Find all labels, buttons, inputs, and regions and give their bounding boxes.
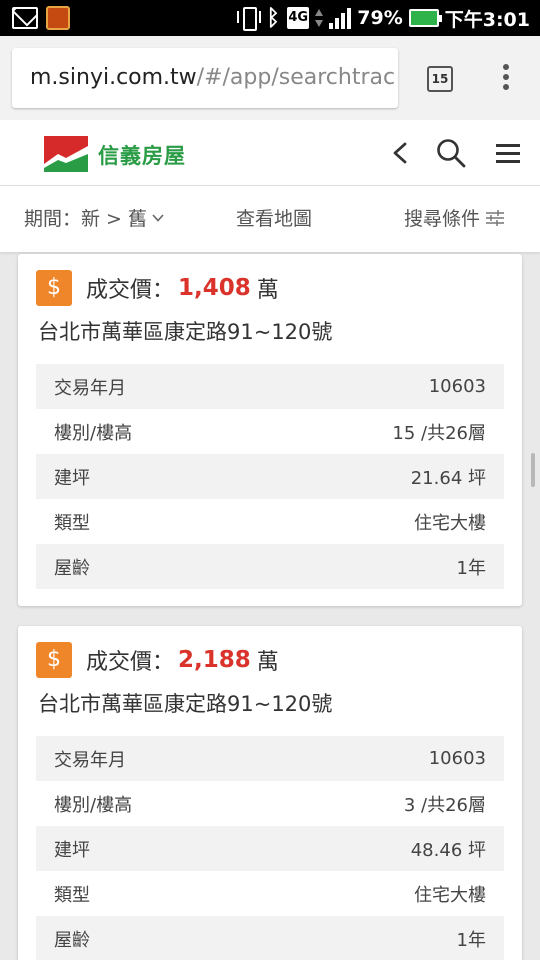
search-conditions-button[interactable]: 搜尋條件 [404,204,505,231]
mail-icon [12,7,38,29]
status-bar: ᛒ 4G 79% 下午3:01 [0,0,540,36]
sort-period-label: 期間：新 > 舊 [24,208,147,230]
detail-value: 21.64 坪 [410,467,486,489]
detail-row-floor: 樓別/樓高 15 /共26層 [36,409,504,454]
view-map-button[interactable]: 查看地圖 [236,204,312,231]
detail-row-date: 交易年月 10603 [36,736,504,781]
detail-row-age: 屋齡 1年 [36,544,504,589]
url-field[interactable]: m.sinyi.com.tw/#/app/searchtrac [12,48,398,108]
detail-value: 10603 [428,748,486,769]
detail-value: 1年 [456,929,486,951]
detail-row-type: 類型 住宅大樓 [36,871,504,916]
detail-row-area: 建坪 21.64 坪 [36,454,504,499]
bluetooth-icon: ᛒ [266,5,280,31]
price-label: 成交價： [86,650,175,675]
transaction-card[interactable]: $ 成交價： 1,408 萬 台北市萬華區康定路91~120號 交易年月 1060… [18,254,522,606]
battery-percent: 79% [357,7,403,29]
detail-value: 48.46 坪 [410,839,486,861]
price-value: 2,188 [178,647,251,673]
vibrate-icon [237,6,262,31]
notification-icons [12,6,70,30]
browser-toolbar: m.sinyi.com.tw/#/app/searchtrac 15 [0,36,540,120]
sinyi-logo-icon[interactable] [44,136,88,172]
price-unit: 萬 [256,650,279,675]
detail-label: 樓別/樓高 [54,794,133,816]
price-value: 1,408 [178,275,251,301]
detail-label: 建坪 [54,839,90,861]
detail-label: 類型 [54,512,90,534]
dollar-icon: $ [36,642,72,678]
detail-label: 交易年月 [54,749,126,771]
detail-label: 交易年月 [54,377,126,399]
clock: 下午3:01 [444,8,530,31]
filter-sliders-icon [486,209,505,226]
signal-icon [329,7,352,29]
data-arrows-icon [315,7,324,29]
battery-charging-icon [408,9,442,27]
chevron-down-icon [152,213,164,222]
detail-row-date: 交易年月 10603 [36,364,504,409]
url-path: /#/app/searchtrac [196,65,396,90]
price-row: $ 成交價： 1,408 萬 [36,270,279,306]
back-arrow-icon[interactable] [392,142,408,164]
detail-label: 樓別/樓高 [54,422,133,444]
detail-label: 類型 [54,884,90,906]
price-row: $ 成交價： 2,188 萬 [36,642,279,678]
address: 台北市萬華區康定路91~120號 [38,692,333,716]
detail-value: 3 /共26層 [403,794,486,816]
url-host: m.sinyi.com.tw [30,65,197,90]
search-icon[interactable] [436,138,466,168]
detail-label: 屋齡 [54,557,90,579]
overflow-menu-icon[interactable] [498,64,514,94]
details-table: 交易年月 10603 樓別/樓高 15 /共26層 建坪 21.64 坪 類型 住宅大樓… [36,364,504,589]
price-unit: 萬 [256,278,279,303]
filter-bar: 期間：新 > 舊 查看地圖 搜尋條件 [0,186,540,252]
detail-value: 10603 [428,376,486,397]
transaction-card[interactable]: $ 成交價： 2,188 萬 台北市萬華區康定路91~120號 交易年月 1060… [18,626,522,960]
detail-label: 建坪 [54,467,90,489]
detail-value: 住宅大樓 [414,512,486,534]
detail-row-area: 建坪 48.46 坪 [36,826,504,871]
price-label: 成交價： [86,278,175,303]
detail-row-age: 屋齡 1年 [36,916,504,960]
app-icon [46,6,70,30]
scrollbar-thumb[interactable] [531,453,535,487]
search-conditions-label: 搜尋條件 [404,208,481,230]
detail-row-type: 類型 住宅大樓 [36,499,504,544]
site-header: 信義房屋 [0,120,540,186]
detail-label: 屋齡 [54,929,90,951]
system-icons: ᛒ 4G 79% 下午3:01 [237,4,530,32]
address: 台北市萬華區康定路91~120號 [38,320,333,344]
tabs-button[interactable]: 15 [427,66,453,92]
dollar-icon: $ [36,270,72,306]
detail-value: 住宅大樓 [414,884,486,906]
brand-name[interactable]: 信義房屋 [98,140,186,170]
details-table: 交易年月 10603 樓別/樓高 3 /共26層 建坪 48.46 坪 類型 住宅大樓 … [36,736,504,960]
detail-row-floor: 樓別/樓高 3 /共26層 [36,781,504,826]
detail-value: 15 /共26層 [392,422,486,444]
sort-period-dropdown[interactable]: 期間：新 > 舊 [24,204,165,231]
network-4g-icon: 4G [287,7,310,29]
detail-value: 1年 [456,557,486,579]
hamburger-menu-icon[interactable] [496,144,520,163]
